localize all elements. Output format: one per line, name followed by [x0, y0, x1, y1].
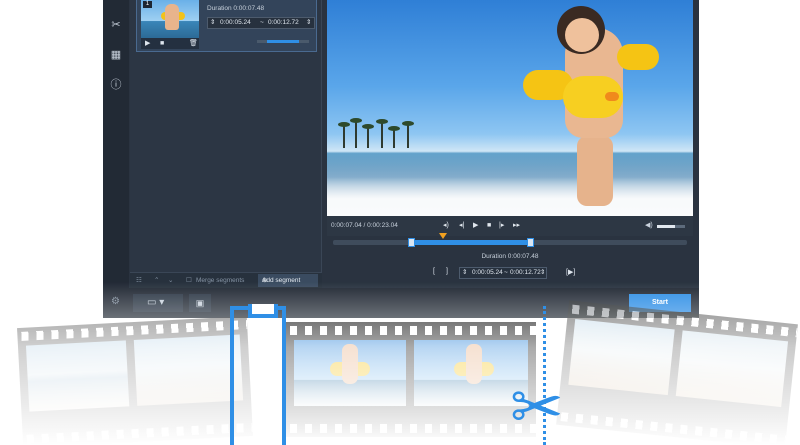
trim-range-separator: ~ — [504, 269, 508, 276]
info-icon[interactable]: ⓘ — [109, 78, 123, 92]
speaker-icon[interactable]: ◀) — [645, 216, 653, 236]
set-start-icon[interactable]: [ — [433, 268, 435, 275]
segment-start-time[interactable]: 0:00:05.24 — [220, 18, 251, 28]
right-armband — [617, 44, 659, 70]
child-legs — [577, 136, 613, 206]
stop-icon[interactable]: ■ — [487, 216, 491, 236]
video-preview[interactable] — [327, 0, 693, 216]
move-down-icon[interactable]: ⌄ — [168, 273, 173, 288]
playback-time: 0:00:07.04 / 0:00:23.04 — [331, 222, 398, 229]
play-selection-icon[interactable]: [▶] — [566, 268, 575, 276]
trim-start-handle[interactable] — [407, 238, 415, 247]
previous-frame-icon[interactable]: ◂| — [459, 216, 464, 236]
cut-marker-start — [230, 304, 286, 445]
segment-thumbnail[interactable]: 1 — [141, 0, 199, 38]
thumbnail-child — [165, 4, 179, 30]
segment-time-range[interactable]: ⇕ 0:00:05.24 ~ 0:00:12.72 ⇕ — [207, 17, 315, 29]
volume-slider[interactable] — [657, 225, 685, 228]
segment-stop-icon[interactable]: ■ — [160, 38, 164, 49]
segment-end-time[interactable]: 0:00:12.72 — [268, 18, 299, 28]
scissors-icon: ✂ — [510, 371, 564, 443]
segment-list-icon[interactable]: ☷ — [136, 273, 142, 288]
save-button[interactable]: ▣ — [189, 294, 211, 312]
left-rail: ✂ ▦ ⓘ — [103, 0, 129, 288]
segment-delete-icon[interactable]: 🗑 — [189, 38, 198, 49]
trim-end-handle[interactable] — [527, 238, 535, 247]
child-face — [565, 18, 599, 52]
timeline-selection — [410, 240, 532, 245]
layers-icon[interactable]: ▦ — [109, 48, 123, 62]
player-controls: 0:00:07.04 / 0:00:23.04 ◂) ◂| ▶ ■ |▸ ▸▸ … — [327, 216, 693, 236]
segment-progress-fill — [267, 40, 299, 43]
play-icon[interactable]: ▶ — [473, 216, 478, 236]
save-icon: ▣ — [195, 298, 205, 308]
sea-foam — [327, 150, 693, 216]
segment-number: 1 — [143, 1, 152, 8]
skip-icon[interactable]: ▸▸ — [513, 216, 520, 236]
segment-controls: ▶ ■ 🗑 — [141, 38, 199, 49]
segment-start-stepper-icon[interactable]: ⇕ — [210, 18, 215, 28]
trim-time-range[interactable]: ⇕ 0:00:05.24 ~ 0:00:12.72 ⇕ — [459, 267, 547, 279]
merge-checkbox-icon[interactable]: ☐ — [186, 273, 192, 288]
add-segment-button[interactable]: ⊕ Add segment — [258, 274, 318, 287]
trim-end-stepper-icon[interactable]: ⇕ — [540, 268, 545, 278]
segment-card[interactable]: 1 ▶ ■ 🗑 Duration 0:00:07.48 ⇕ 0:00:05.24… — [136, 0, 317, 52]
add-segment-label: Add segment — [262, 277, 301, 284]
segments-panel: 1 ▶ ■ 🗑 Duration 0:00:07.48 ⇕ 0:00:05.24… — [130, 0, 322, 288]
segment-progress — [257, 40, 309, 43]
move-up-icon[interactable]: ⌃ — [154, 273, 159, 288]
trim-end-time[interactable]: 0:00:12.72 — [510, 268, 541, 278]
set-end-icon[interactable]: ] — [446, 268, 448, 275]
segment-play-icon[interactable]: ▶ — [145, 38, 150, 49]
segment-range-separator: ~ — [260, 19, 264, 26]
panel-bottom-bar: ☷ ⌃ ⌄ ☐ Merge segments ⊕ Add segment — [130, 272, 322, 288]
film-strip-left — [17, 316, 253, 445]
next-frame-icon[interactable]: |▸ — [499, 216, 504, 236]
timeline-track[interactable] — [333, 233, 687, 247]
gear-icon[interactable]: ⚙ — [111, 296, 120, 307]
palm-trees — [333, 118, 453, 148]
folder-icon: ▭ ▾ — [147, 297, 165, 308]
merge-segments-label[interactable]: Merge segments — [196, 273, 244, 288]
segment-end-stepper-icon[interactable]: ⇕ — [306, 18, 311, 28]
playhead-marker[interactable] — [438, 233, 447, 239]
app-window: ✂ ▦ ⓘ 1 ▶ ■ 🗑 Duration 0:00:07.48 ⇕ 0:00… — [103, 0, 699, 318]
scissors-icon[interactable]: ✂ — [109, 18, 123, 32]
trim-duration: Duration 0:00:07.48 — [481, 253, 539, 260]
trim-start-time[interactable]: 0:00:05.24 — [472, 268, 503, 278]
duck-beak — [605, 92, 619, 101]
trim-start-stepper-icon[interactable]: ⇕ — [462, 268, 467, 278]
segment-duration: Duration 0:00:07.48 — [207, 5, 265, 12]
volume-fill — [657, 225, 676, 228]
film-strip-center — [286, 322, 536, 437]
open-file-button[interactable]: ▭ ▾ — [133, 294, 183, 312]
film-strip-right — [556, 300, 798, 445]
